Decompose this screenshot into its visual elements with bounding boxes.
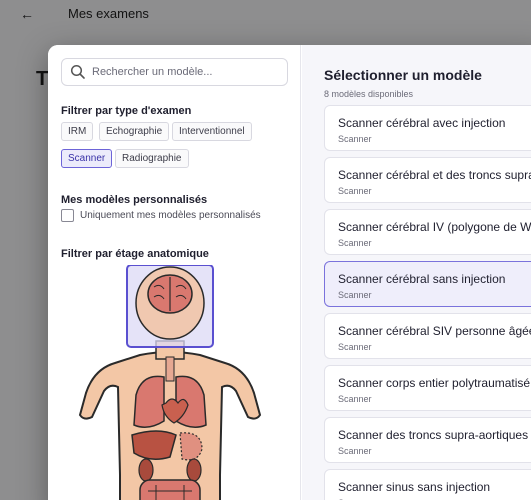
model-item[interactable]: Scanner des troncs supra-aortiques Scann… [324,417,531,463]
model-type: Scanner [338,290,372,300]
filter-panel: Filtrer par type d'examen IRM Echographi… [48,45,301,500]
model-item[interactable]: Scanner cérébral IV (polygone de Willis)… [324,209,531,255]
model-name: Scanner cérébral avec injection [338,116,506,130]
model-name: Scanner corps entier polytraumatisé [338,376,531,390]
model-count: 8 modèles disponibles [324,89,414,99]
model-name: Scanner cérébral SIV personne âgée [338,324,531,338]
liver-icon[interactable] [131,430,177,460]
model-panel: Sélectionner un modèle 8 modèles disponi… [302,45,531,500]
custom-only-label[interactable]: Uniquement mes modèles personnalisés [80,210,261,221]
model-type: Scanner [338,238,372,248]
anatomy-body-map [78,265,262,500]
search-field[interactable] [61,58,288,86]
model-type: Scanner [338,342,372,352]
custom-only-row[interactable]: Uniquement mes modèles personnalisés [61,209,261,222]
right-kidney-icon[interactable] [186,458,202,482]
custom-only-checkbox[interactable] [61,209,74,222]
left-kidney-icon[interactable] [138,458,154,482]
model-type: Scanner [338,446,372,456]
model-name: Scanner cérébral et des troncs supra-aor… [338,168,531,182]
model-type: Scanner [338,134,372,144]
model-type: Scanner [338,394,372,404]
chip-irm[interactable]: IRM [61,122,94,141]
model-item[interactable]: Scanner cérébral avec injection Scanner [324,105,531,151]
model-item-selected[interactable]: Scanner cérébral sans injection Scanner [324,261,531,307]
model-item[interactable]: Scanner corps entier polytraumatisé Scan… [324,365,531,411]
template-picker-modal: Filtrer par type d'examen IRM Echographi… [48,45,531,500]
model-panel-header: Sélectionner un modèle 8 modèles disponi… [324,67,482,99]
trachea-icon [165,356,175,382]
exam-type-filter-title: Filtrer par type d'examen [61,105,192,117]
anatomy-filter-title: Filtrer par étage anatomique [61,248,209,260]
model-item[interactable]: Scanner cérébral SIV personne âgée Scann… [324,313,531,359]
model-item[interactable]: Scanner cérébral et des troncs supra-aor… [324,157,531,203]
chip-echographie[interactable]: Echographie [99,122,170,141]
model-item[interactable]: Scanner sinus sans injection Scanner [324,469,531,500]
exam-type-chips: IRM Echographie Interventionnel Scanner … [61,122,291,170]
search-icon [70,64,85,79]
model-name: Scanner cérébral sans injection [338,272,506,286]
custom-models-title: Mes modèles personnalisés [61,194,208,206]
chip-interventionnel[interactable]: Interventionnel [172,122,252,141]
model-name: Scanner sinus sans injection [338,480,491,494]
brain-icon [147,274,193,314]
search-input[interactable] [92,66,282,78]
model-name: Scanner cérébral IV (polygone de Willis) [338,220,531,234]
chip-radiographie[interactable]: Radiographie [115,149,189,168]
model-type: Scanner [338,186,372,196]
chip-scanner[interactable]: Scanner [61,149,113,168]
model-panel-title: Sélectionner un modèle [324,67,482,83]
model-name: Scanner des troncs supra-aortiques [338,428,529,442]
intestines-icon[interactable] [139,479,201,500]
